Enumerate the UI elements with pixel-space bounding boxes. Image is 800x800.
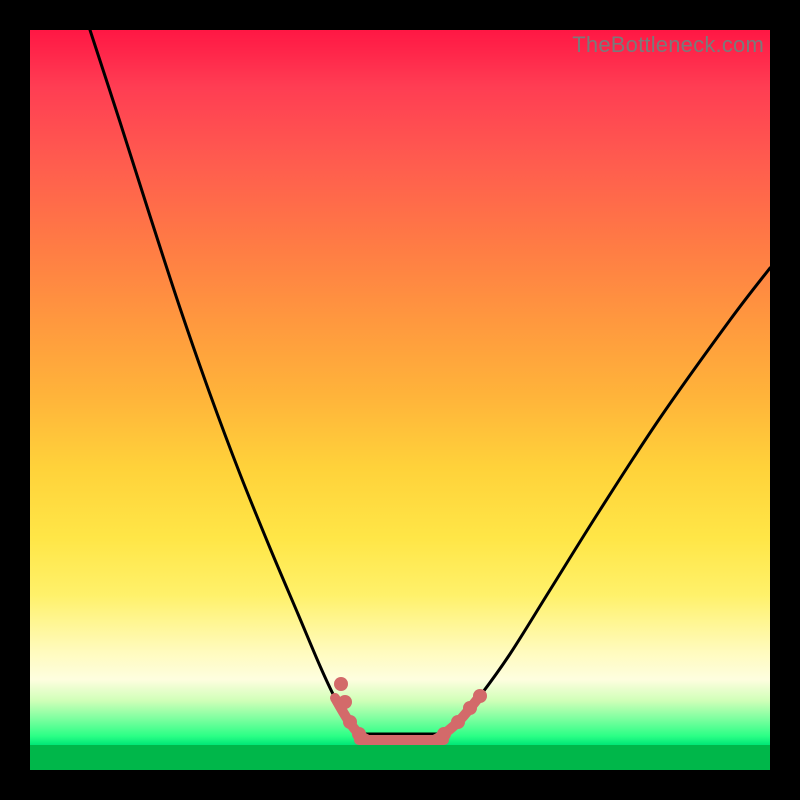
- curve-left-curve: [90, 30, 359, 734]
- plot-frame: TheBottleneck.com: [30, 30, 770, 770]
- accent-dot-5: [451, 715, 465, 729]
- curve-layer: [30, 30, 770, 770]
- accent-dot-6: [463, 701, 477, 715]
- accent-dot-2: [343, 715, 357, 729]
- accent-dot-3: [352, 727, 366, 741]
- curve-right-curve: [444, 268, 770, 734]
- accent-dot-1: [338, 695, 352, 709]
- accent-dot-0: [334, 677, 348, 691]
- accent-dot-7: [473, 689, 487, 703]
- accent-dot-4: [437, 727, 451, 741]
